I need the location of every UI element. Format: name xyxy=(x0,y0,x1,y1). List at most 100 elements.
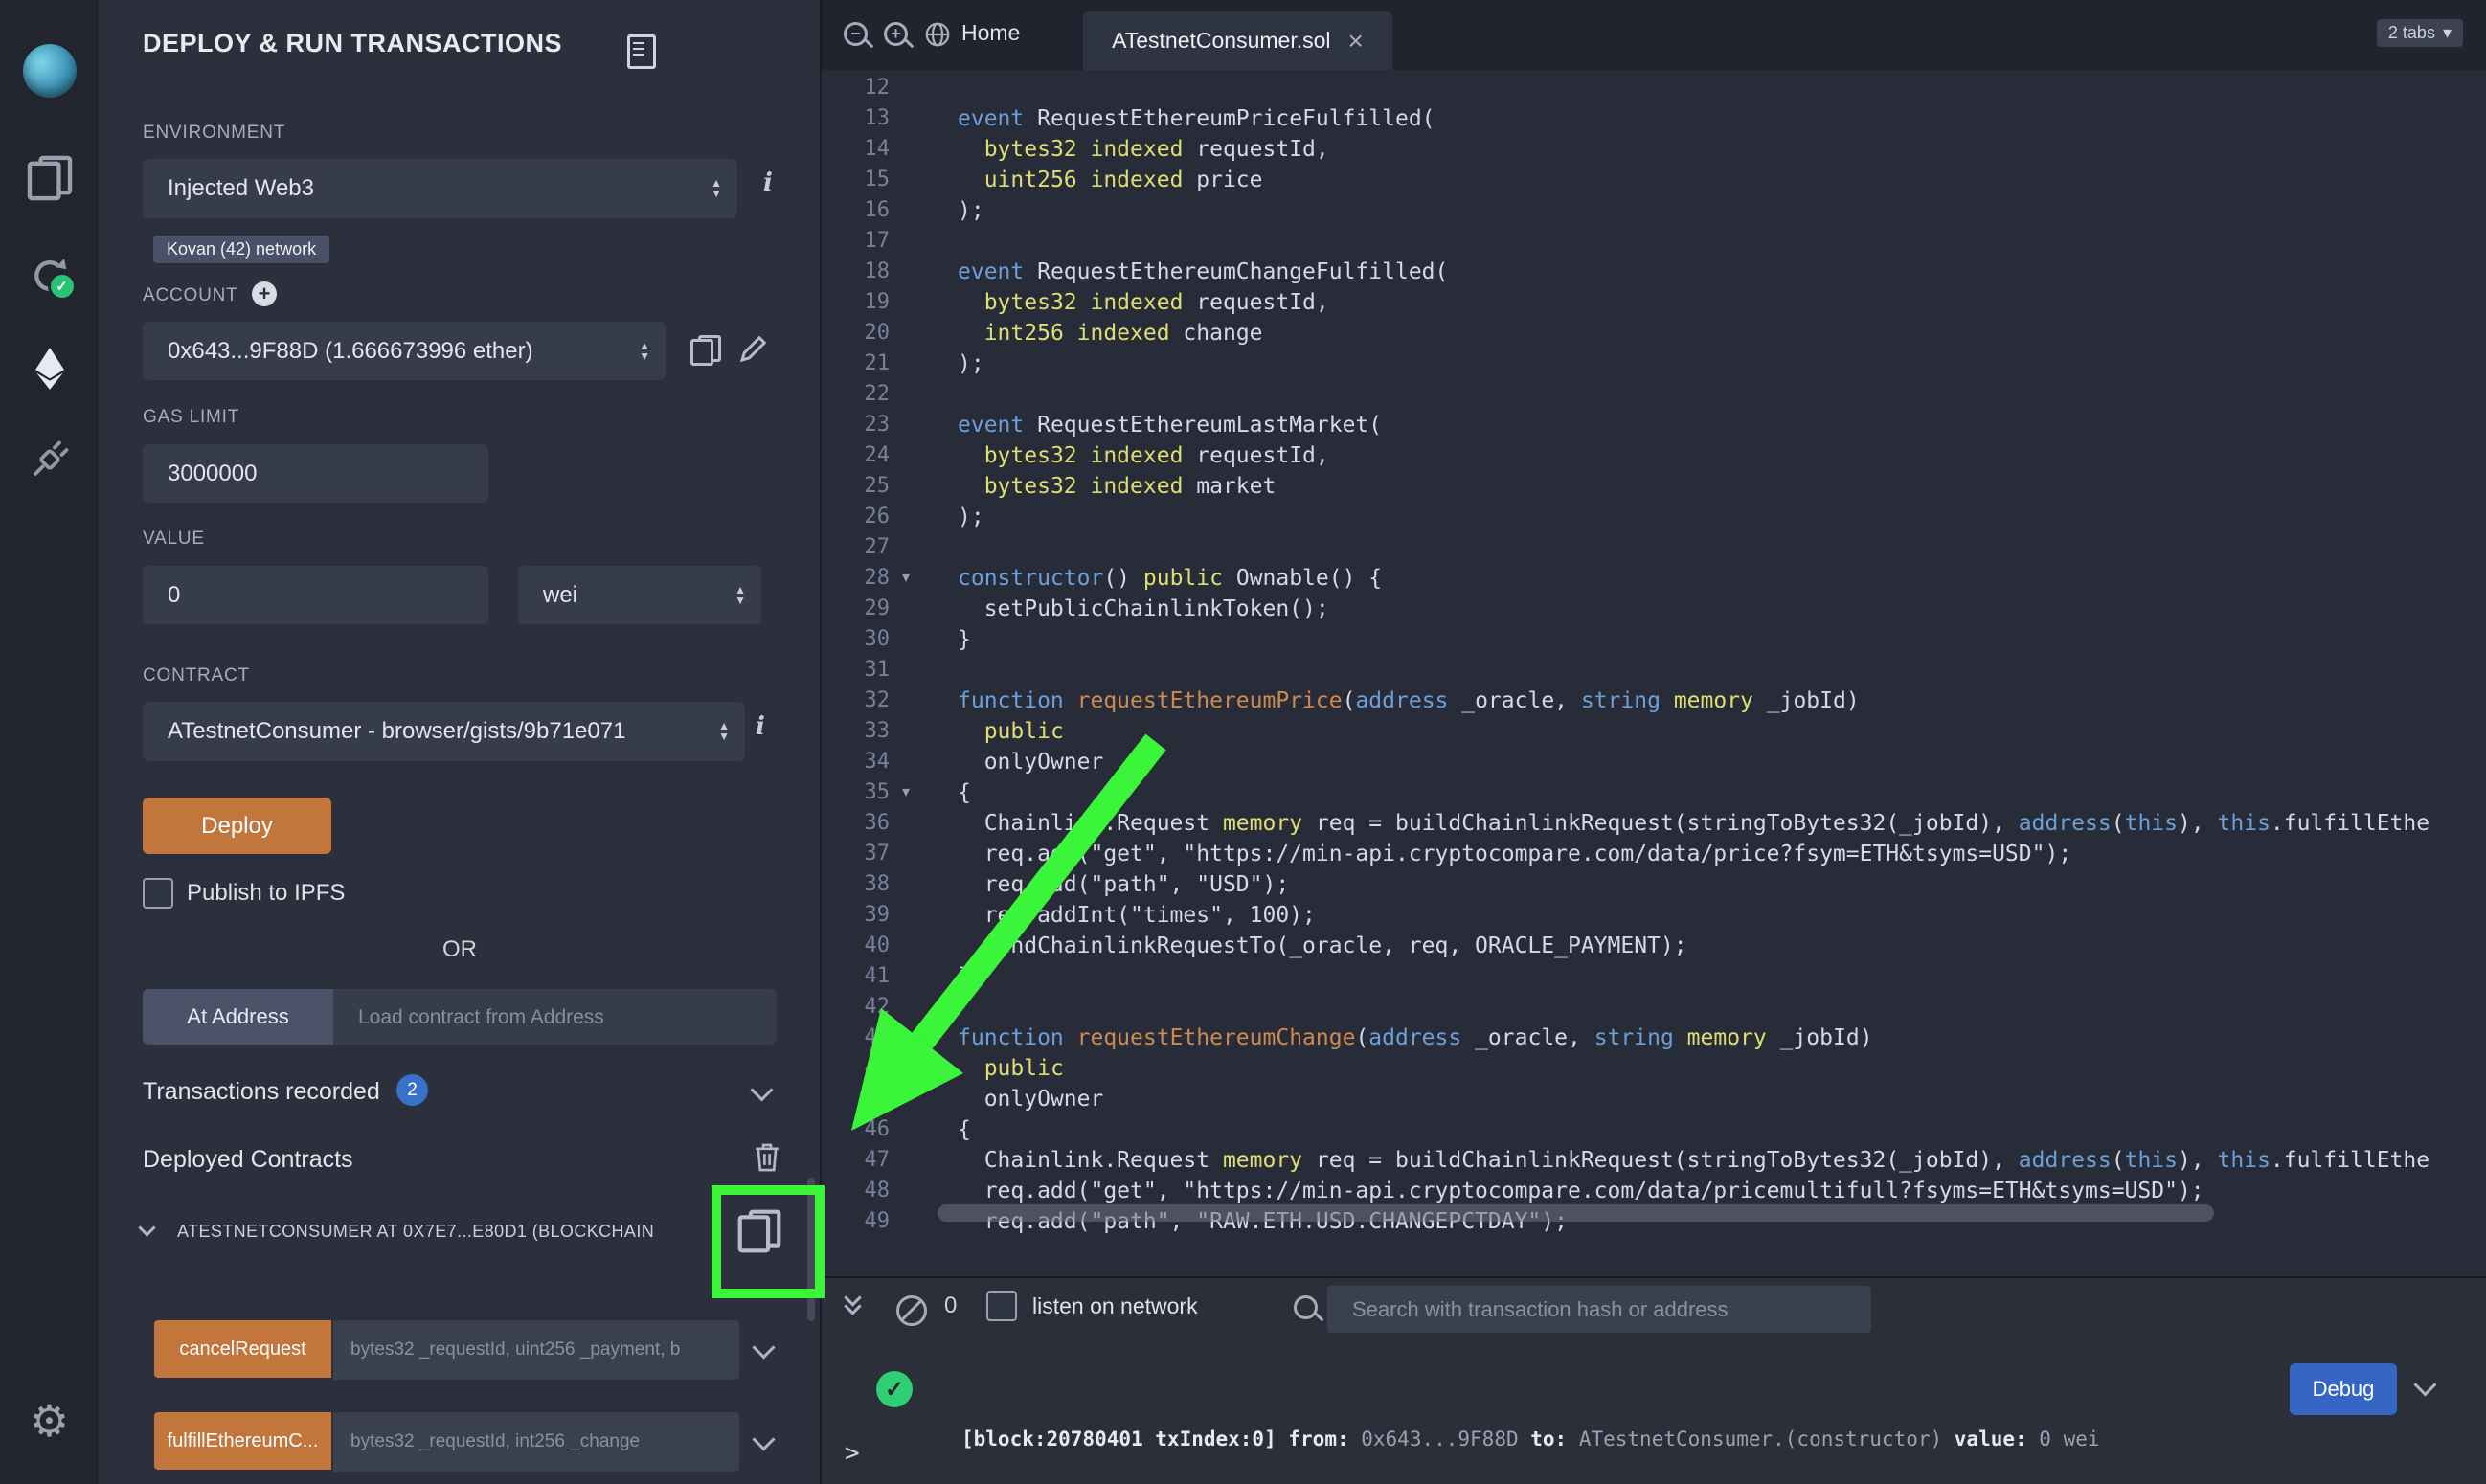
deploy-run-icon xyxy=(32,347,68,391)
fold-marker-icon[interactable]: ▾ xyxy=(902,563,910,594)
line-number: 34 xyxy=(822,747,890,777)
environment-select[interactable]: Injected Web3 ▲▼ xyxy=(143,159,737,218)
line-number: 31 xyxy=(822,655,890,686)
code-line: 23event RequestEthereumLastMarket( xyxy=(822,410,2486,440)
account-select[interactable]: 0x643...9F88D (1.666673996 ether) ▲▼ xyxy=(143,322,666,380)
line-number: 36 xyxy=(822,808,890,839)
line-number: 46 xyxy=(822,1114,890,1145)
expand-log-icon[interactable] xyxy=(2413,1373,2436,1396)
code-text: bytes32 indexed requestId, xyxy=(958,440,1329,471)
tab-home[interactable]: Home xyxy=(961,20,1020,46)
value-unit-select[interactable]: wei ▲▼ xyxy=(518,566,761,624)
gas-limit-input[interactable] xyxy=(143,444,488,503)
panel-scrollbar[interactable] xyxy=(807,1178,815,1321)
code-text: } xyxy=(958,961,971,992)
code-text: ); xyxy=(958,349,984,379)
function-button-fulfillEthereumC[interactable]: fulfillEthereumC... xyxy=(154,1412,331,1470)
sidebar-item-solidity-compiler[interactable]: ✓ xyxy=(0,255,99,297)
line-number: 19 xyxy=(822,287,890,318)
code-line: 12 xyxy=(822,73,2486,103)
line-number: 45 xyxy=(822,1084,890,1114)
clear-instances-trash-icon[interactable] xyxy=(752,1141,782,1174)
deployed-contract-item[interactable]: ATESTNETCONSUMER AT 0X7E7...E80D1 (BLOCK… xyxy=(177,1222,728,1242)
line-number: 13 xyxy=(822,103,890,134)
code-line: 36 Chainlink.Request memory req = buildC… xyxy=(822,808,2486,839)
line-number: 30 xyxy=(822,624,890,655)
transaction-log-line: [block:20780401 txIndex:0] from: 0x643..… xyxy=(961,1424,2100,1455)
line-number: 32 xyxy=(822,686,890,716)
publish-ipfs-checkbox[interactable] xyxy=(143,878,173,909)
add-account-icon[interactable]: + xyxy=(252,281,277,306)
clear-console-icon[interactable] xyxy=(896,1295,927,1326)
code-line: 41} xyxy=(822,961,2486,992)
code-line: 40 sendChainlinkRequestTo(_oracle, req, … xyxy=(822,931,2486,961)
debug-button[interactable]: Debug xyxy=(2290,1363,2397,1415)
deploy-button[interactable]: Deploy xyxy=(143,798,331,854)
line-number: 14 xyxy=(822,134,890,165)
code-text: event RequestEthereumLastMarket( xyxy=(958,410,1382,440)
line-number: 16 xyxy=(822,195,890,226)
code-text: Chainlink.Request memory req = buildChai… xyxy=(958,808,2430,839)
horizontal-scrollbar[interactable] xyxy=(938,1204,2214,1222)
code-line: 28▾constructor() public Ownable() { xyxy=(822,563,2486,594)
code-text: Chainlink.Request memory req = buildChai… xyxy=(958,1145,2430,1176)
line-number: 15 xyxy=(822,165,890,195)
code-editor[interactable]: 1213event RequestEthereumPriceFulfilled(… xyxy=(822,70,2486,1276)
sidebar-item-deploy-run[interactable] xyxy=(0,347,99,391)
code-line: 15 uint256 indexed price xyxy=(822,165,2486,195)
line-number: 27 xyxy=(822,532,890,563)
code-text: ); xyxy=(958,502,984,532)
zoom-out-icon[interactable]: − xyxy=(843,21,871,50)
contract-label: CONTRACT xyxy=(143,665,250,686)
tabs-count-dropdown[interactable]: 2 tabs ▾ xyxy=(2377,19,2463,47)
at-address-input[interactable] xyxy=(333,989,777,1045)
sign-message-icon[interactable] xyxy=(736,331,771,366)
line-number: 26 xyxy=(822,502,890,532)
expand-function-icon[interactable] xyxy=(752,1428,775,1450)
listen-network-checkbox[interactable] xyxy=(986,1291,1017,1321)
code-line: 18event RequestEthereumChangeFulfilled( xyxy=(822,257,2486,287)
code-line: 30} xyxy=(822,624,2486,655)
sidebar-item-settings[interactable]: ⚙ xyxy=(0,1400,99,1442)
code-line: 19 bytes32 indexed requestId, xyxy=(822,287,2486,318)
contract-instance-expand-icon[interactable] xyxy=(138,1219,155,1236)
remix-logo[interactable] xyxy=(0,44,99,98)
function-params-input[interactable] xyxy=(333,1320,739,1380)
panel-title: DEPLOY & RUN TRANSACTIONS xyxy=(143,29,562,58)
contract-function-row: fulfillEthereumC... xyxy=(99,1412,820,1470)
copy-contract-address-icon[interactable] xyxy=(738,1210,781,1253)
code-line: 32function requestEthereumPrice(address … xyxy=(822,686,2486,716)
code-text: onlyOwner xyxy=(958,1084,1103,1114)
function-params-input[interactable] xyxy=(333,1412,739,1472)
line-number: 28 xyxy=(822,563,890,594)
sidebar-item-file-explorer[interactable] xyxy=(0,163,99,193)
expand-function-icon[interactable] xyxy=(752,1336,775,1359)
code-text: function requestEthereumChange(address _… xyxy=(958,1023,1873,1053)
contract-select[interactable]: ATestnetConsumer - browser/gists/9b71e07… xyxy=(143,702,745,761)
copy-account-icon[interactable] xyxy=(690,335,721,366)
code-line: 45 onlyOwner xyxy=(822,1084,2486,1114)
code-text: req.add("get", "https://min-api.cryptoco… xyxy=(958,1176,2204,1206)
code-line: 47 Chainlink.Request memory req = buildC… xyxy=(822,1145,2486,1176)
documentation-icon[interactable] xyxy=(627,34,656,69)
function-button-cancelRequest[interactable]: cancelRequest xyxy=(154,1320,331,1378)
environment-info-icon[interactable]: i xyxy=(763,169,773,197)
code-line: 46{ xyxy=(822,1114,2486,1145)
at-address-button[interactable]: At Address xyxy=(143,989,333,1045)
contract-info-icon[interactable]: i xyxy=(756,712,765,741)
collapse-terminal-icon[interactable] xyxy=(847,1295,859,1313)
value-input[interactable] xyxy=(143,566,488,624)
terminal-search-input[interactable] xyxy=(1327,1286,1871,1333)
globe-icon xyxy=(923,20,952,49)
account-value: 0x643...9F88D (1.666673996 ether) xyxy=(143,338,533,365)
sidebar-item-plugin-manager[interactable] xyxy=(0,440,99,479)
zoom-in-icon[interactable]: + xyxy=(883,21,912,50)
code-line: 22 xyxy=(822,379,2486,410)
code-line: 43function requestEthereumChange(address… xyxy=(822,1023,2486,1053)
fold-marker-icon[interactable]: ▾ xyxy=(902,777,910,808)
close-tab-icon[interactable]: × xyxy=(1348,32,1364,51)
code-line: 29 setPublicChainlinkToken(); xyxy=(822,594,2486,624)
transactions-expand-icon[interactable] xyxy=(750,1078,773,1101)
tab-atestnetconsumer[interactable]: ATestnetConsumer.sol × xyxy=(1083,11,1392,70)
transaction-log[interactable]: [block:20780401 txIndex:0] from: 0x643..… xyxy=(961,1360,2100,1484)
